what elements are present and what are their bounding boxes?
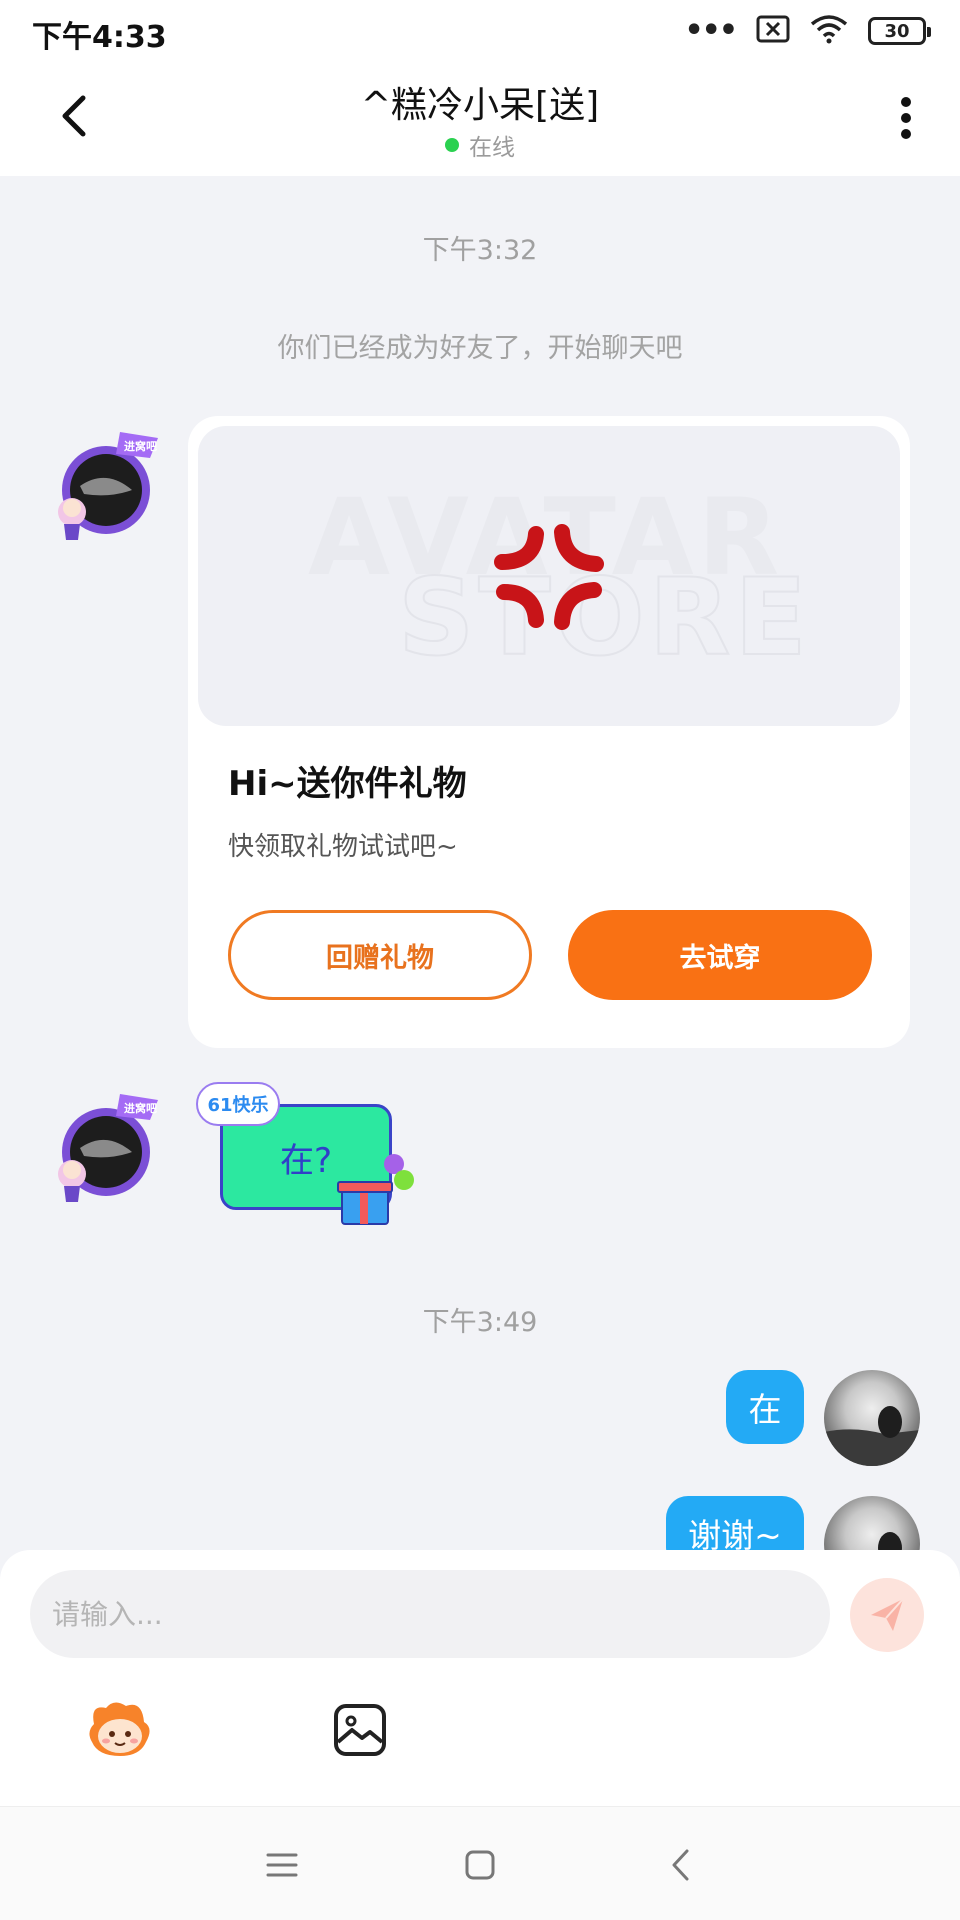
send-button[interactable] [850, 1578, 924, 1652]
system-message: 你们已经成为好友了，开始聊天吧 [277, 333, 683, 364]
image-button[interactable] [332, 1702, 388, 1758]
home-icon [465, 1850, 495, 1880]
emoji-button[interactable] [84, 1698, 156, 1758]
gift-subtitle: 快领取礼物试试吧~ [228, 832, 458, 862]
mascot-emoji-icon [89, 1702, 150, 1756]
back-icon [672, 1849, 689, 1881]
sticker-badge: 61快乐 [196, 1082, 280, 1126]
sticker-message[interactable]: 在? 61快乐 [196, 1082, 416, 1228]
vertical-dots-icon [901, 97, 911, 139]
balloons-gift-icon [337, 1154, 414, 1225]
online-dot-icon [445, 138, 459, 152]
online-status: 在线 [0, 128, 960, 162]
status-bar: 下午4:33 ••• 30 [0, 0, 960, 60]
contact-name: ^糕冷小呆[送] [360, 85, 600, 126]
status-time: 下午4:33 [32, 20, 167, 55]
more-options-button[interactable] [886, 90, 926, 146]
battery-icon: 30 [868, 17, 931, 45]
system-nav-bar [0, 1806, 960, 1920]
timestamp: 下午3:49 [422, 1307, 538, 1338]
wifi-icon [810, 14, 848, 48]
store-watermark: STORE [397, 555, 811, 680]
nav-back-button[interactable] [660, 1843, 704, 1887]
sender-avatar[interactable]: 进窝吧 [50, 428, 160, 544]
message-input[interactable] [30, 1570, 830, 1658]
my-avatar[interactable] [824, 1370, 920, 1466]
gift-card: AVATAR STORE Hi~送你件礼物 快领取礼物试试吧~ 回赠礼物 去试穿 [188, 416, 910, 1048]
try-on-button[interactable]: 去试穿 [568, 910, 872, 1000]
sender-avatar[interactable]: 进窝吧 [50, 1090, 160, 1206]
outgoing-message[interactable]: 在 [726, 1370, 804, 1444]
status-icons: ••• 30 [684, 13, 931, 48]
chat-header: ^糕冷小呆[送] 在线 [0, 60, 960, 176]
home-button[interactable] [458, 1843, 502, 1887]
gift-title: Hi~送你件礼物 [228, 764, 467, 804]
more-dots-icon: ••• [684, 13, 738, 48]
paper-plane-icon [871, 1598, 904, 1631]
timestamp: 下午3:32 [422, 235, 538, 266]
online-status-label: 在线 [469, 135, 515, 161]
gift-preview: AVATAR STORE [198, 426, 900, 726]
return-gift-button[interactable]: 回赠礼物 [228, 910, 532, 1000]
angry-vein-icon [494, 524, 604, 630]
svg-text:进窝吧: 进窝吧 [124, 1101, 157, 1115]
no-sim-icon [756, 15, 790, 47]
input-panel [0, 1550, 960, 1806]
menu-button[interactable] [260, 1843, 304, 1887]
image-icon [334, 1704, 386, 1756]
svg-text:进窝吧: 进窝吧 [124, 439, 157, 453]
menu-icon [266, 1853, 298, 1877]
